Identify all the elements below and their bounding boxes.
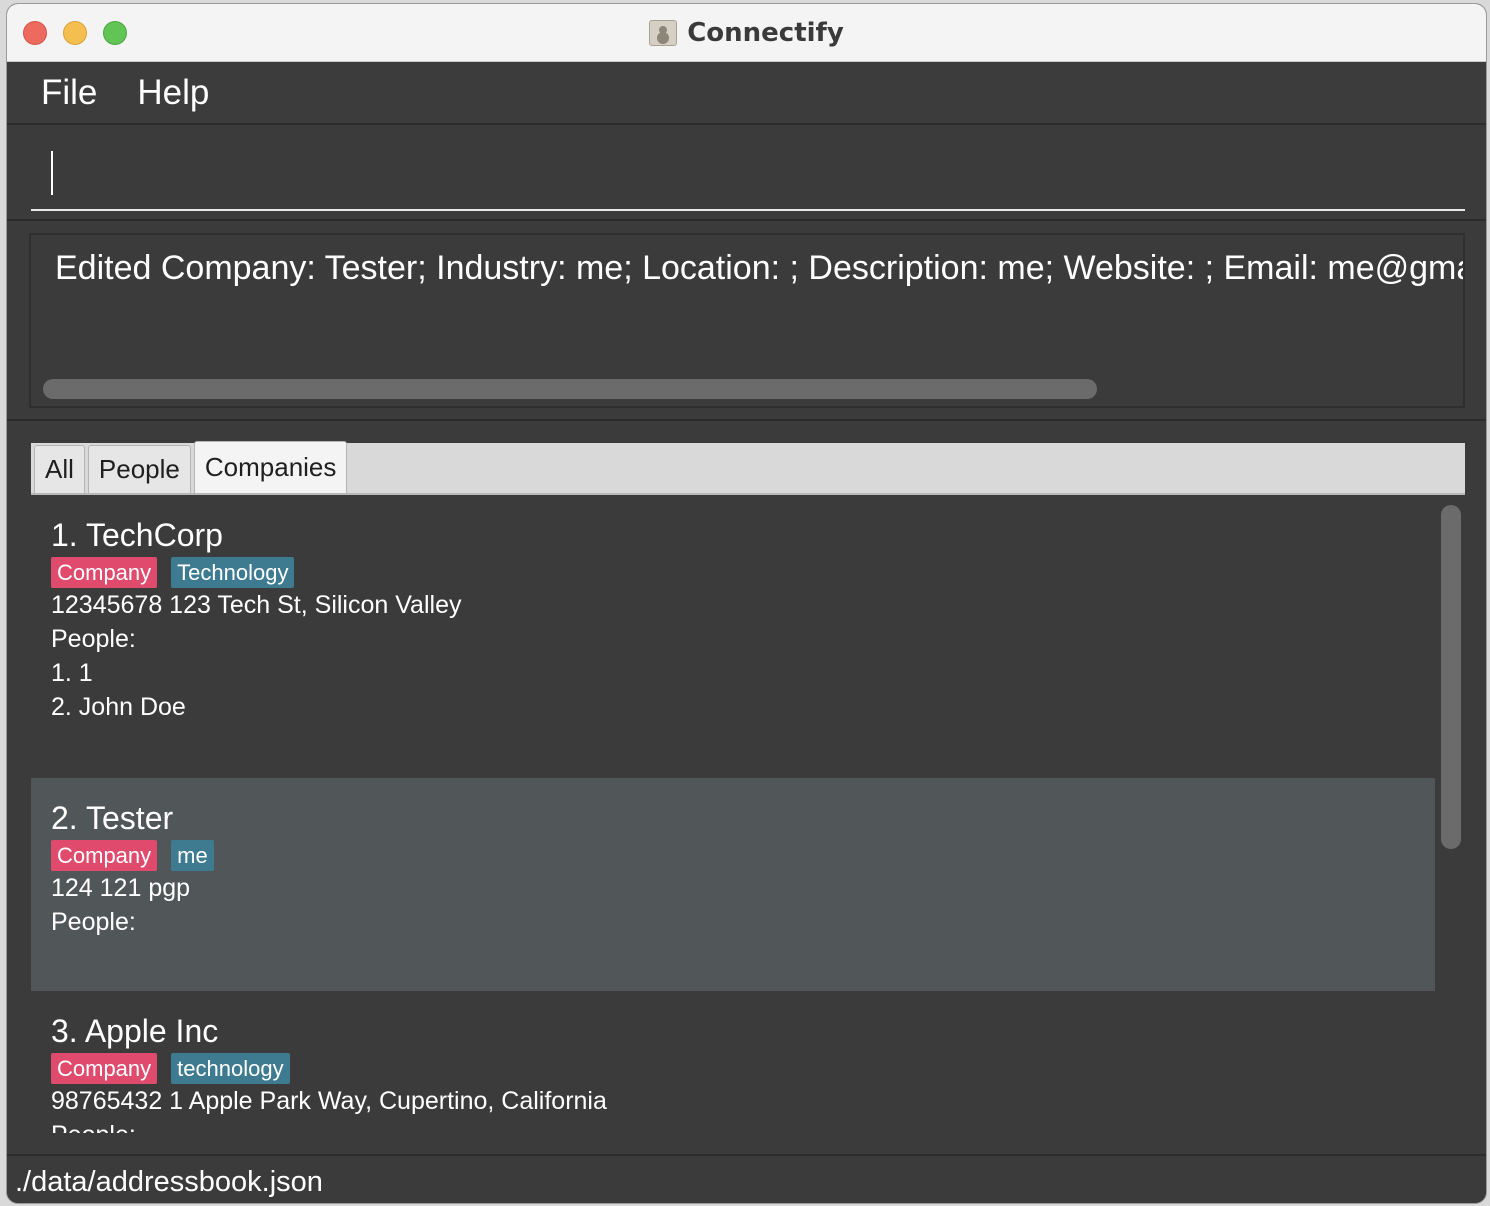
company-name: 3. Apple Inc [51, 1013, 219, 1049]
company-list: 1. TechCorp Company Technology 12345678 … [31, 495, 1465, 1133]
list-tabs: All People Companies [31, 441, 1465, 495]
tab-companies[interactable]: Companies [193, 441, 348, 493]
command-input[interactable] [31, 141, 1465, 211]
people-label: People: [51, 908, 136, 936]
industry-tag: Technology [171, 557, 295, 588]
company-details: 124 121 pgp [51, 874, 191, 902]
people-label: People: [51, 625, 136, 653]
company-tag: Company [51, 1053, 158, 1084]
industry-tag: me [171, 840, 214, 871]
company-name: 1. TechCorp [51, 517, 223, 553]
result-display-area: Edited Company: Tester; Industry: me; Lo… [7, 223, 1486, 421]
tag-list: Company Technology [51, 557, 295, 588]
people-label: People: [51, 1121, 136, 1133]
person-entry: 2. John Doe [51, 693, 186, 721]
company-name: 2. Tester [51, 800, 174, 836]
menu-bar: File Help [7, 62, 1486, 125]
company-details: 98765432 1 Apple Park Way, Cupertino, Ca… [51, 1087, 607, 1115]
tag-list: Company me [51, 840, 214, 871]
tab-people[interactable]: People [87, 445, 191, 493]
person-entry: 1. 1 [51, 659, 93, 687]
title-bar: Connectify [7, 4, 1486, 62]
horizontal-scrollbar[interactable] [43, 379, 1097, 399]
app-window: Connectify File Help Edited Company: Tes… [6, 3, 1487, 1204]
command-box-area [7, 125, 1486, 221]
menu-help[interactable]: Help [137, 73, 209, 113]
company-card[interactable]: 1. TechCorp Company Technology 12345678 … [31, 495, 1435, 778]
company-tag: Company [51, 840, 158, 871]
tab-all[interactable]: All [34, 445, 85, 493]
app-contact-icon [649, 20, 678, 46]
menu-file[interactable]: File [41, 73, 97, 113]
status-bar: ./data/addressbook.json [7, 1154, 1486, 1203]
result-message: Edited Company: Tester; Industry: me; Lo… [55, 249, 1465, 287]
tag-list: Company technology [51, 1053, 290, 1084]
text-caret [51, 151, 53, 195]
company-tag: Company [51, 557, 158, 588]
result-display[interactable]: Edited Company: Tester; Industry: me; Lo… [29, 233, 1465, 408]
window-title: Connectify [687, 18, 844, 48]
company-details: 12345678 123 Tech St, Silicon Valley [51, 591, 462, 619]
vertical-scrollbar-thumb[interactable] [1441, 505, 1461, 849]
company-card[interactable]: 3. Apple Inc Company technology 98765432… [31, 991, 1435, 1133]
data-file-path: ./data/addressbook.json [15, 1166, 323, 1198]
company-card-selected[interactable]: 2. Tester Company me 124 121 pgp People: [31, 778, 1435, 991]
industry-tag: technology [171, 1053, 290, 1084]
